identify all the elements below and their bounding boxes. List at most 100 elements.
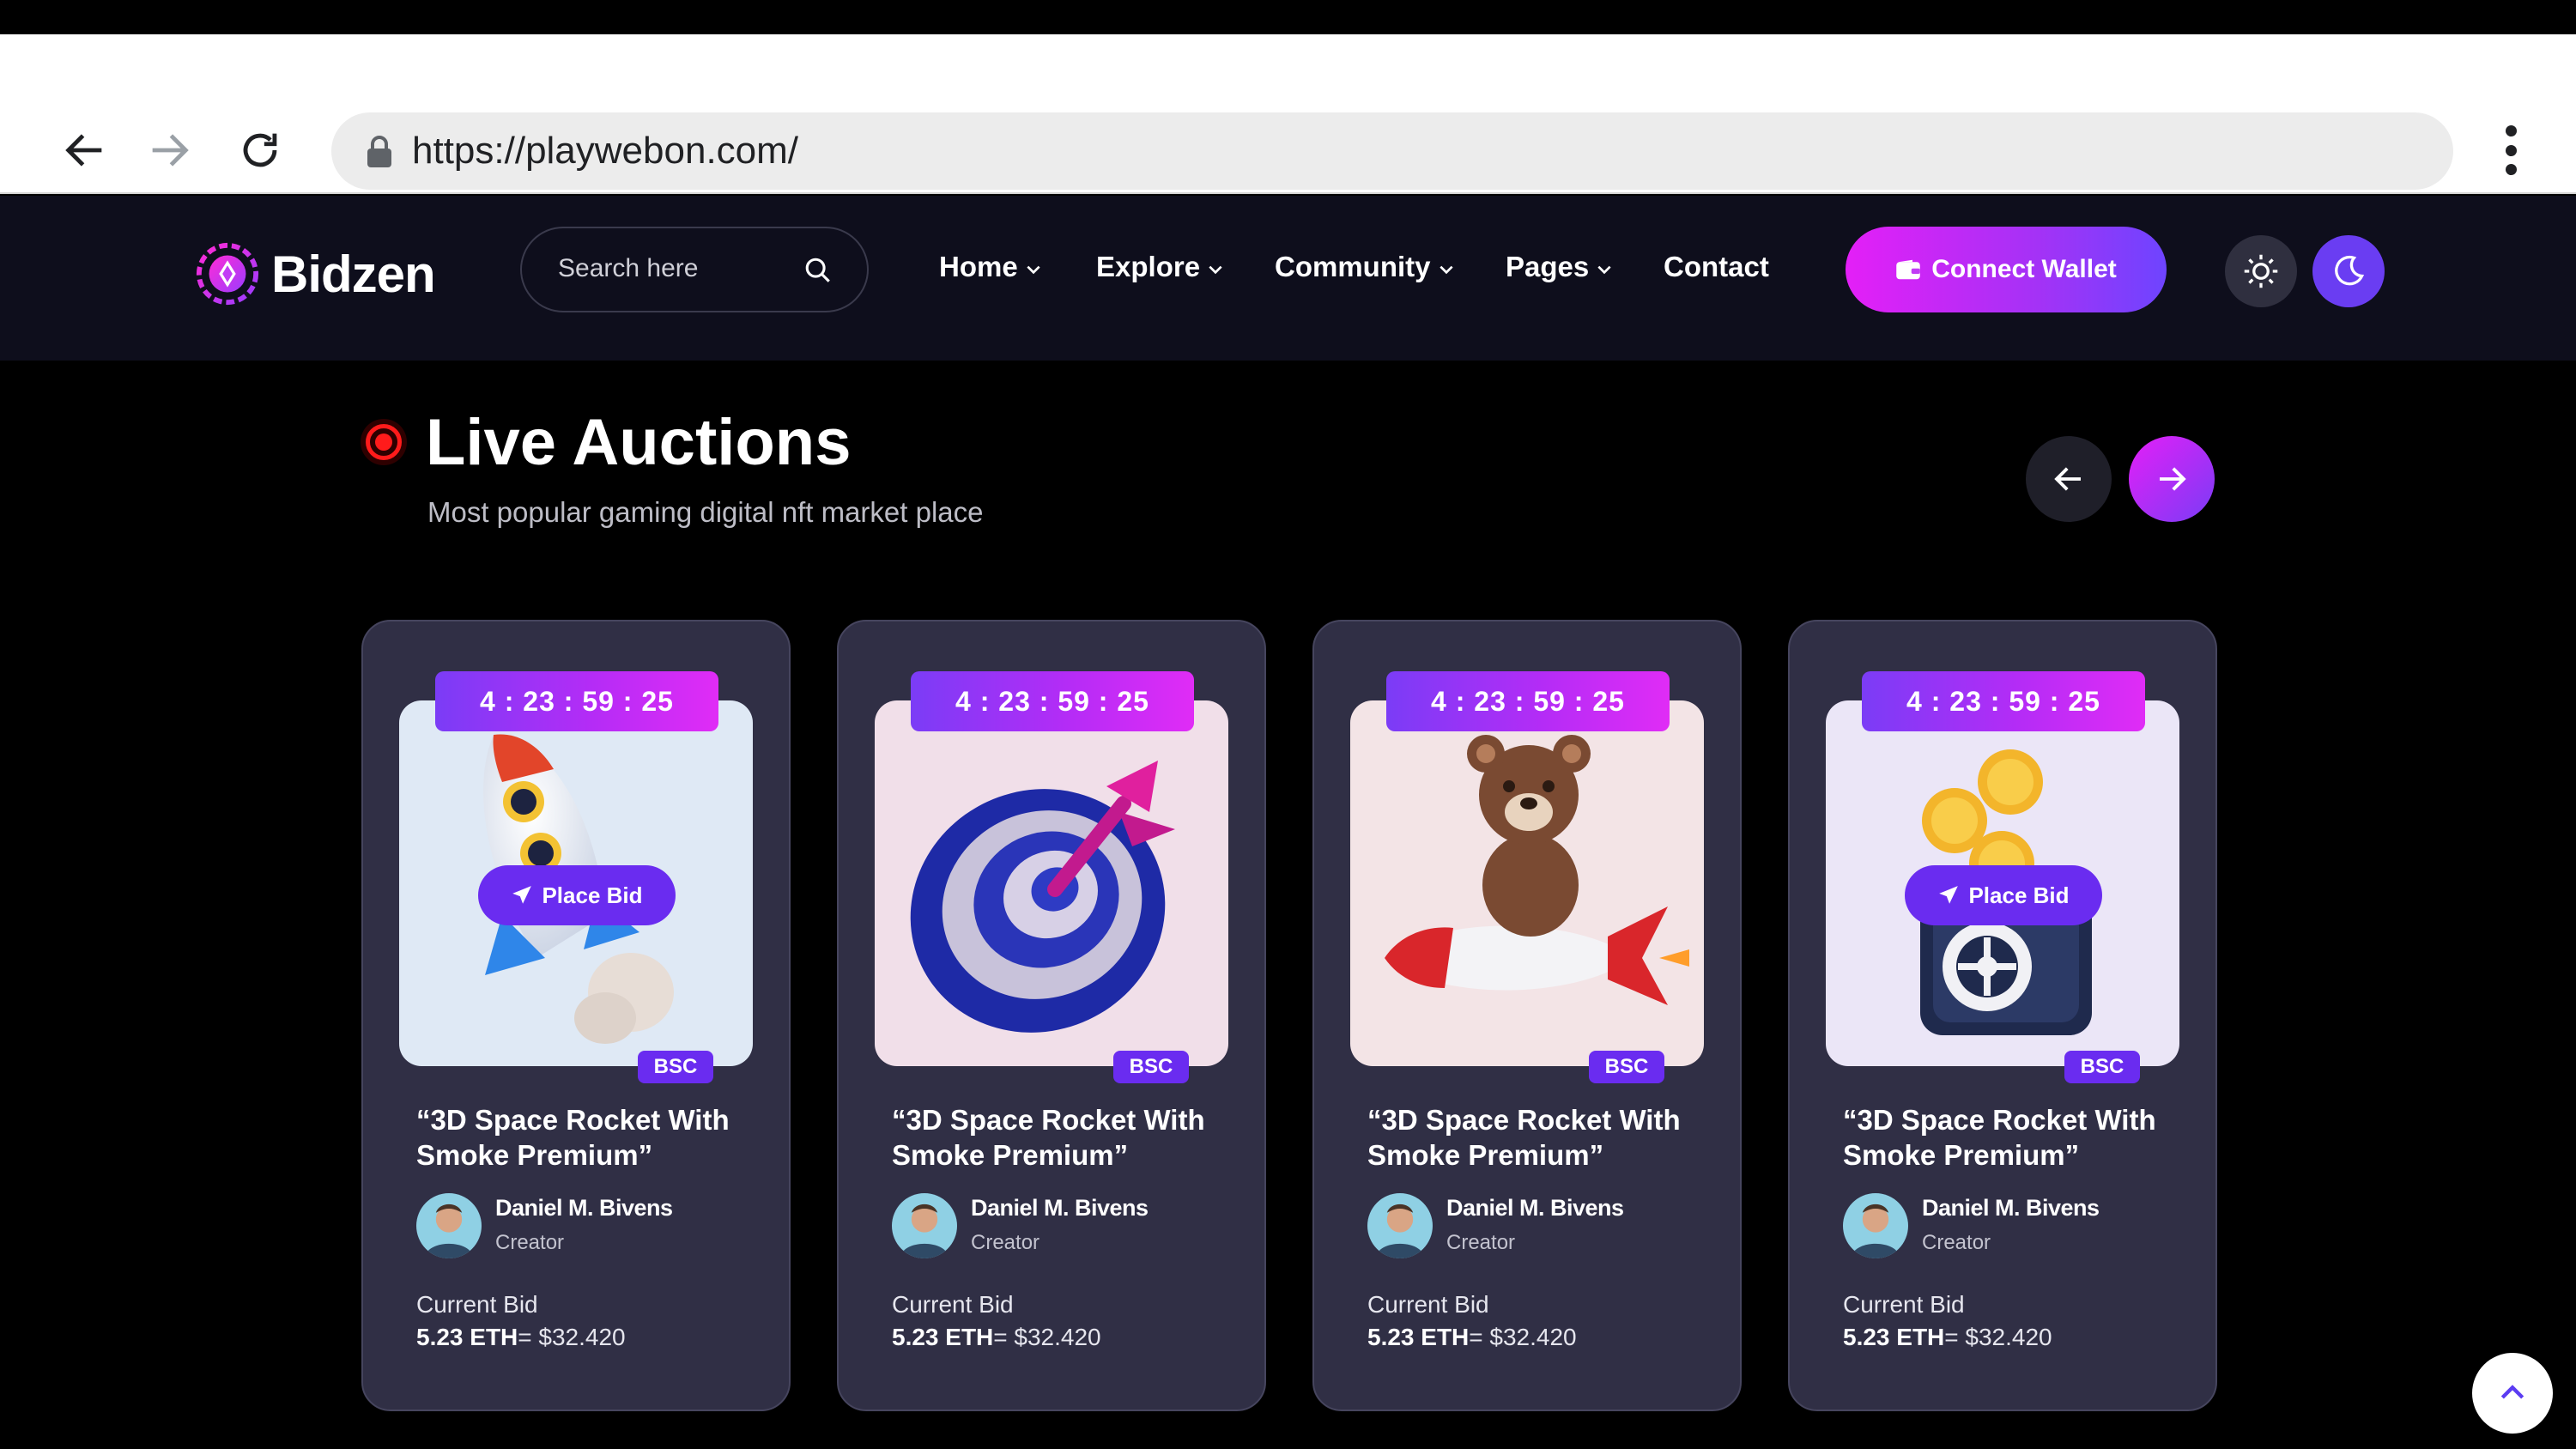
arrow-right-icon <box>152 134 189 167</box>
moon-icon <box>2335 255 2365 286</box>
current-bid-label: Current Bid <box>892 1291 1014 1318</box>
chevron-up-icon <box>2500 1385 2524 1399</box>
nft-title[interactable]: “3D Space Rocket With Smoke Premium” <box>892 1102 1235 1173</box>
kebab-dot <box>2505 125 2517 136</box>
logo-text: Bidzen <box>271 245 436 303</box>
auction-card[interactable]: 4 : 23 : 59 : 25 Place Bid BSC “3D Space… <box>361 620 791 1411</box>
connect-wallet-label: Connect Wallet <box>1931 255 2117 283</box>
section-subtitle: Most popular gaming digital nft market p… <box>427 496 984 528</box>
nav-pages[interactable]: Pages <box>1506 251 1613 283</box>
bid-usd: = $32.420 <box>1944 1324 2052 1350</box>
arrow-right-icon <box>2160 467 2186 491</box>
creator-role: Creator <box>495 1231 565 1254</box>
bid-eth: 5.23 ETH <box>1367 1324 1470 1350</box>
auction-card[interactable]: 4 : 23 : 59 : 25 BSC “3D Space Rocket Wi… <box>1312 620 1742 1411</box>
place-bid-button[interactable]: Place Bid <box>1905 865 2102 925</box>
nft-image[interactable] <box>875 700 1228 1066</box>
creator-role: Creator <box>971 1231 1040 1254</box>
dark-mode-button[interactable] <box>2312 235 2385 307</box>
site-header: Bidzen Search here Home Explore Communit… <box>0 196 2576 361</box>
place-bid-button[interactable]: Place Bid <box>478 865 676 925</box>
teddy-bear-rocket-icon <box>1385 735 1689 1005</box>
browser-menu-button[interactable] <box>2489 120 2532 180</box>
creator-name[interactable]: Daniel M. Bivens <box>1922 1195 2100 1222</box>
reload-icon <box>243 133 277 167</box>
avatar[interactable] <box>892 1193 957 1258</box>
chevron-down-icon <box>1439 265 1453 275</box>
nav-label: Pages <box>1506 251 1590 282</box>
browser-toolbar: https://playwebon.com/ <box>0 34 2576 194</box>
forward-button[interactable] <box>139 120 199 180</box>
chain-badge: BSC <box>2064 1051 2140 1083</box>
creator-avatar-icon <box>892 1193 957 1258</box>
nav-explore[interactable]: Explore <box>1096 251 1224 283</box>
nft-image[interactable] <box>1350 700 1704 1066</box>
arrow-left-icon <box>65 134 102 167</box>
status-strip <box>0 0 2576 34</box>
section-title: Live Auctions <box>426 406 852 479</box>
logo[interactable]: Bidzen <box>194 235 436 312</box>
reload-button[interactable] <box>230 120 290 180</box>
nft-title[interactable]: “3D Space Rocket With Smoke Premium” <box>1843 1102 2186 1173</box>
avatar[interactable] <box>1843 1193 1908 1258</box>
carousel-next-button[interactable] <box>2129 436 2215 522</box>
auction-card[interactable]: 4 : 23 : 59 : 25 BSC “3D Space Rocket Wi… <box>837 620 1266 1411</box>
kebab-dot <box>2505 144 2517 156</box>
avatar[interactable] <box>416 1193 482 1258</box>
nav-label: Home <box>939 251 1018 282</box>
connect-wallet-button[interactable]: Connect Wallet <box>1846 227 2167 312</box>
search-placeholder: Search here <box>558 254 699 282</box>
avatar[interactable] <box>1367 1193 1433 1258</box>
light-mode-button[interactable] <box>2225 235 2297 307</box>
wallet-icon <box>1896 259 1920 280</box>
creator-name[interactable]: Daniel M. Bivens <box>495 1195 673 1222</box>
chevron-down-icon <box>1027 265 1040 275</box>
creator-role: Creator <box>1446 1231 1516 1254</box>
bid-usd: = $32.420 <box>1469 1324 1577 1350</box>
url-text: https://playwebon.com/ <box>412 130 799 172</box>
current-bid-value: 5.23 ETH= $32.420 <box>1843 1324 2052 1351</box>
search-input[interactable]: Search here <box>520 227 869 312</box>
current-bid-label: Current Bid <box>1843 1291 1965 1318</box>
chain-badge: BSC <box>1589 1051 1664 1083</box>
search-icon[interactable] <box>803 256 833 285</box>
place-bid-label: Place Bid <box>1968 882 2070 908</box>
creator-name[interactable]: Daniel M. Bivens <box>1446 1195 1624 1222</box>
countdown-timer: 4 : 23 : 59 : 25 <box>1862 671 2145 731</box>
paper-plane-icon <box>512 886 532 904</box>
creator-avatar-icon <box>1843 1193 1908 1258</box>
nft-title[interactable]: “3D Space Rocket With Smoke Premium” <box>1367 1102 1711 1173</box>
auction-card[interactable]: 4 : 23 : 59 : 25 Place Bid BSC “3D Space… <box>1788 620 2217 1411</box>
countdown-timer: 4 : 23 : 59 : 25 <box>435 671 718 731</box>
nav-contact[interactable]: Contact <box>1664 251 1769 283</box>
address-bar[interactable]: https://playwebon.com/ <box>331 112 2453 190</box>
current-bid-label: Current Bid <box>1367 1291 1489 1318</box>
sun-icon <box>2244 254 2278 288</box>
countdown-timer: 4 : 23 : 59 : 25 <box>1386 671 1670 731</box>
creator-avatar-icon <box>416 1193 482 1258</box>
creator-name[interactable]: Daniel M. Bivens <box>971 1195 1149 1222</box>
countdown-timer: 4 : 23 : 59 : 25 <box>911 671 1194 731</box>
current-bid-value: 5.23 ETH= $32.420 <box>416 1324 626 1351</box>
chain-badge: BSC <box>638 1051 713 1083</box>
back-button[interactable] <box>55 120 115 180</box>
bid-eth: 5.23 ETH <box>416 1324 518 1350</box>
scroll-to-top-button[interactable] <box>2472 1353 2553 1434</box>
creator-role: Creator <box>1922 1231 1991 1254</box>
bid-eth: 5.23 ETH <box>1843 1324 1945 1350</box>
chevron-down-icon <box>1597 265 1611 275</box>
nav-community[interactable]: Community <box>1275 251 1455 283</box>
nav-label: Explore <box>1096 251 1201 282</box>
live-indicator-icon <box>361 419 407 465</box>
nft-title[interactable]: “3D Space Rocket With Smoke Premium” <box>416 1102 760 1173</box>
carousel-prev-button[interactable] <box>2026 436 2112 522</box>
chevron-down-icon <box>1209 265 1222 275</box>
current-bid-value: 5.23 ETH= $32.420 <box>892 1324 1101 1351</box>
nav-home[interactable]: Home <box>939 251 1042 283</box>
logo-mark-icon <box>196 242 259 306</box>
current-bid-label: Current Bid <box>416 1291 538 1318</box>
creator-avatar-icon <box>1367 1193 1433 1258</box>
arrow-left-icon <box>2054 467 2081 491</box>
kebab-dot <box>2505 164 2517 175</box>
nav-label: Contact <box>1664 251 1769 282</box>
